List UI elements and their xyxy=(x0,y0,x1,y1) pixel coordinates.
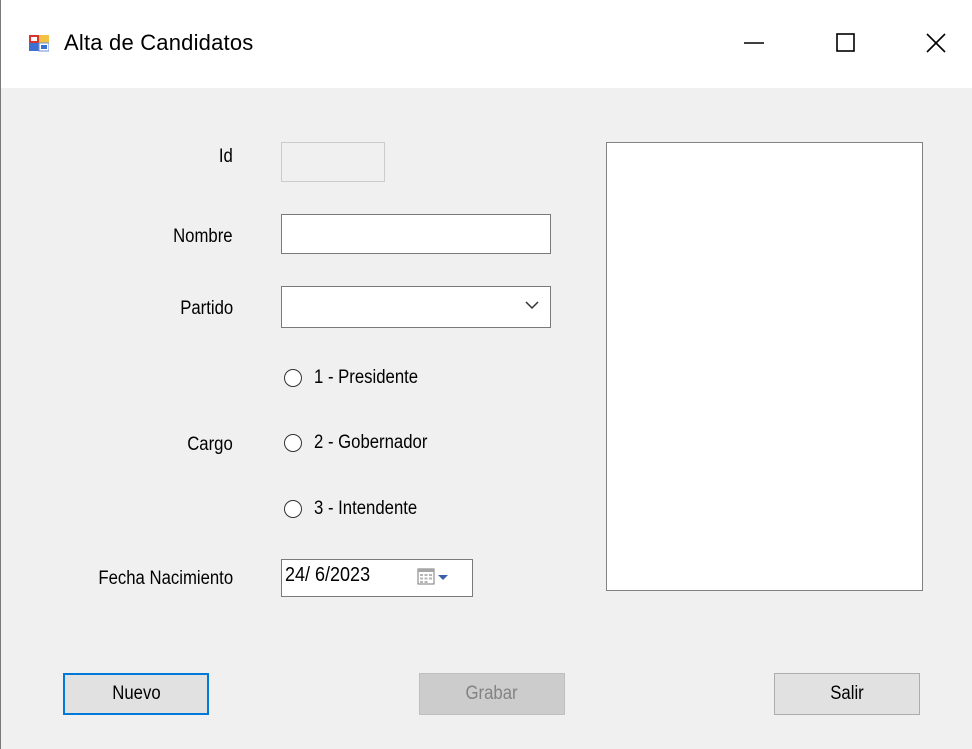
nuevo-button[interactable]: Nuevo xyxy=(63,673,209,715)
window-title: Alta de Candidatos xyxy=(64,30,254,55)
radio-presidente[interactable]: 1 - Presidente xyxy=(284,367,432,389)
radio-circle[interactable] xyxy=(284,369,302,387)
cargo-label: Cargo xyxy=(187,434,233,455)
chevron-down-icon[interactable] xyxy=(524,297,540,318)
id-field xyxy=(281,142,385,182)
radio-presidente-label[interactable]: 1 - Presidente xyxy=(314,367,418,389)
maximize-icon xyxy=(835,32,857,54)
nombre-label: Nombre xyxy=(173,226,233,247)
radio-circle[interactable] xyxy=(284,434,302,452)
radio-circle[interactable] xyxy=(284,500,302,518)
maximize-button[interactable] xyxy=(823,22,869,64)
calendar-dropdown-icon[interactable] xyxy=(417,567,451,592)
salir-button[interactable]: Salir xyxy=(774,673,920,715)
minimize-button[interactable] xyxy=(731,22,777,64)
nombre-input[interactable] xyxy=(281,214,551,254)
radio-gobernador-label[interactable]: 2 - Gobernador xyxy=(314,432,427,454)
close-icon xyxy=(925,32,947,54)
partido-select[interactable] xyxy=(281,286,551,328)
id-label: Id xyxy=(219,146,233,167)
title-bar[interactable]: Alta de Candidatos xyxy=(1,0,972,88)
candidatos-listbox[interactable] xyxy=(606,142,923,591)
close-button[interactable] xyxy=(913,22,959,64)
fecha-nacimiento-picker[interactable]: 24/ 6/2023 xyxy=(281,559,473,597)
fecha-nacimiento-label: Fecha Nacimiento xyxy=(98,568,233,589)
partido-label: Partido xyxy=(180,298,233,319)
radio-intendente[interactable]: 3 - Intendente xyxy=(284,498,431,520)
form-icon xyxy=(29,33,50,53)
fecha-nacimiento-value[interactable]: 24/ 6/2023 xyxy=(285,564,370,587)
grabar-button[interactable]: Grabar xyxy=(419,673,565,715)
radio-gobernador[interactable]: 2 - Gobernador xyxy=(284,432,443,454)
radio-intendente-label[interactable]: 3 - Intendente xyxy=(314,498,417,520)
minimize-icon xyxy=(743,32,765,54)
alta-candidatos-window: Alta de Candidatos Id Nombre Partido Car… xyxy=(0,0,972,749)
